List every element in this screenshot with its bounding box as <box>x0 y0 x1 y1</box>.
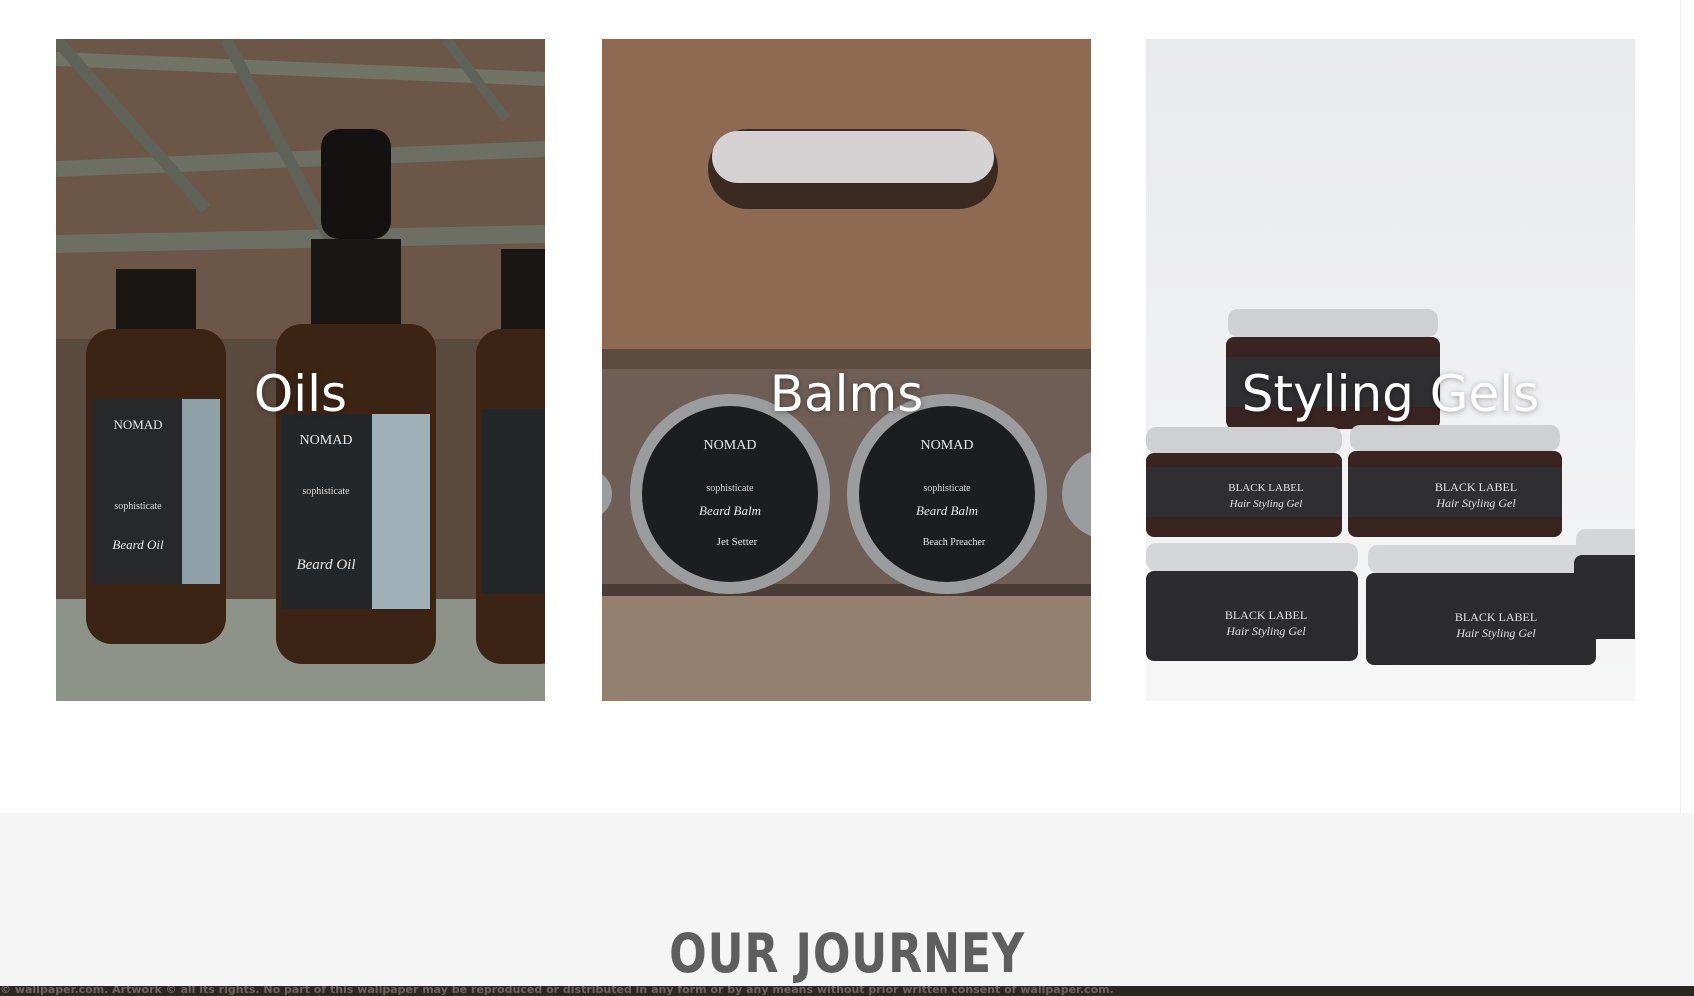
copyright-text: © wallpaper.com. Artwork © all its right… <box>0 986 1114 996</box>
oil-2-tagline: sophisticate <box>302 486 350 497</box>
oil-1-brand: NOMAD <box>113 417 162 432</box>
footer-copyright-strip: © wallpaper.com. Artwork © all its right… <box>0 986 1694 996</box>
oil-1-type: Beard Oil <box>112 537 164 552</box>
collection-title-styling-gels: Styling Gels <box>1241 365 1540 423</box>
oil-1-tagline: sophisticate <box>114 501 162 512</box>
gel-jar-mid-right: BLACK LABEL Hair Styling Gel <box>1348 425 1562 537</box>
gel-bottom-right-name: Hair Styling Gel <box>1455 626 1536 640</box>
gel-jar-far-right <box>1574 529 1635 639</box>
balm-tin-2: NOMAD sophisticate Beard Balm Beach Prea… <box>847 394 1047 594</box>
oil-2-type: Beard Oil <box>296 557 355 573</box>
gel-jar-bottom-left: BLACK LABEL Hair Styling Gel <box>1146 543 1358 661</box>
balm-1-tagline: sophisticate <box>706 483 754 494</box>
gel-jar-bottom-right: BLACK LABEL Hair Styling Gel <box>1366 545 1596 665</box>
balm-tin-1: NOMAD sophisticate Beard Balm Jet Setter <box>630 394 830 594</box>
gel-mid-right-name: Hair Styling Gel <box>1435 496 1516 510</box>
oil-2-brand: NOMAD <box>300 433 353 448</box>
journey-heading: OUR JOURNEY <box>669 922 1025 985</box>
collection-title-balms: Balms <box>769 365 924 423</box>
balm-2-scent: Beach Preacher <box>923 537 986 548</box>
collection-tile-oils[interactable]: NOMAD sophisticate Beard Oil NOMAD sophi… <box>56 39 545 701</box>
balm-1-type: Beard Balm <box>699 503 761 518</box>
collection-title-oils: Oils <box>253 365 348 423</box>
collection-grid: NOMAD sophisticate Beard Oil NOMAD sophi… <box>0 0 1694 812</box>
balm-2-tagline: sophisticate <box>923 483 971 494</box>
collection-tile-balms[interactable]: NOMAD sophisticate Beard Balm Jet Setter… <box>602 39 1091 701</box>
gel-mid-left-line: BLACK LABEL <box>1228 482 1304 494</box>
gel-mid-left-name: Hair Styling Gel <box>1229 498 1303 510</box>
our-journey-section: OUR JOURNEY <box>0 813 1694 996</box>
balm-2-brand: NOMAD <box>921 438 974 453</box>
gel-bottom-left-line: BLACK LABEL <box>1225 608 1307 622</box>
balm-1-scent: Jet Setter <box>717 536 758 548</box>
balm-2-type: Beard Balm <box>916 503 978 518</box>
gel-bottom-right-line: BLACK LABEL <box>1455 610 1537 624</box>
collection-tile-styling-gels[interactable]: BLACK LABEL Hair Styling Gel BLACK LABEL… <box>1146 39 1635 701</box>
gel-jar-mid-left: BLACK LABEL Hair Styling Gel <box>1146 427 1342 537</box>
gel-bottom-left-name: Hair Styling Gel <box>1225 624 1306 638</box>
gel-mid-right-line: BLACK LABEL <box>1435 480 1517 494</box>
balm-1-brand: NOMAD <box>704 438 757 453</box>
